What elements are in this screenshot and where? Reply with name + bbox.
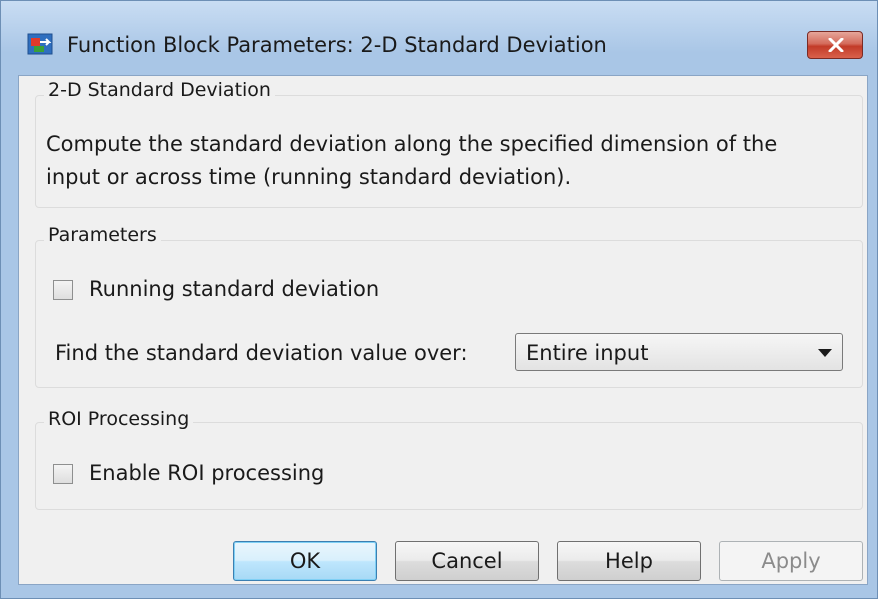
dialog-client-area: 2-D Standard Deviation Compute the stand… bbox=[18, 75, 868, 585]
apply-button[interactable]: Apply bbox=[719, 541, 863, 581]
window-title: Function Block Parameters: 2-D Standard … bbox=[67, 33, 607, 57]
find-over-select[interactable]: Entire input bbox=[515, 333, 843, 371]
description-line-2: input or across time (running standard d… bbox=[46, 165, 572, 189]
help-button[interactable]: Help bbox=[557, 541, 701, 581]
description-group-title: 2-D Standard Deviation bbox=[44, 79, 275, 101]
cancel-button[interactable]: Cancel bbox=[395, 541, 539, 581]
close-icon bbox=[828, 38, 844, 52]
block-description: Compute the standard deviation along the… bbox=[46, 128, 846, 194]
description-line-1: Compute the standard deviation along the… bbox=[46, 132, 778, 156]
title-bar[interactable]: Function Block Parameters: 2-D Standard … bbox=[1, 1, 877, 59]
chevron-down-icon bbox=[818, 349, 832, 357]
running-std-label: Running standard deviation bbox=[89, 277, 380, 301]
simulink-block-icon bbox=[27, 31, 53, 57]
close-button[interactable] bbox=[807, 31, 863, 59]
find-over-label: Find the standard deviation value over: bbox=[55, 341, 468, 365]
roi-processing-group-title: ROI Processing bbox=[44, 408, 194, 430]
parameters-group-title: Parameters bbox=[44, 224, 161, 246]
enable-roi-row[interactable]: Enable ROI processing bbox=[53, 461, 453, 488]
ok-button[interactable]: OK bbox=[233, 541, 377, 581]
enable-roi-label: Enable ROI processing bbox=[89, 461, 325, 485]
running-std-checkbox[interactable] bbox=[53, 280, 73, 300]
dialog-window: Function Block Parameters: 2-D Standard … bbox=[0, 0, 878, 599]
running-std-row[interactable]: Running standard deviation bbox=[53, 277, 453, 304]
find-over-select-value: Entire input bbox=[526, 341, 649, 365]
enable-roi-checkbox[interactable] bbox=[53, 464, 73, 484]
